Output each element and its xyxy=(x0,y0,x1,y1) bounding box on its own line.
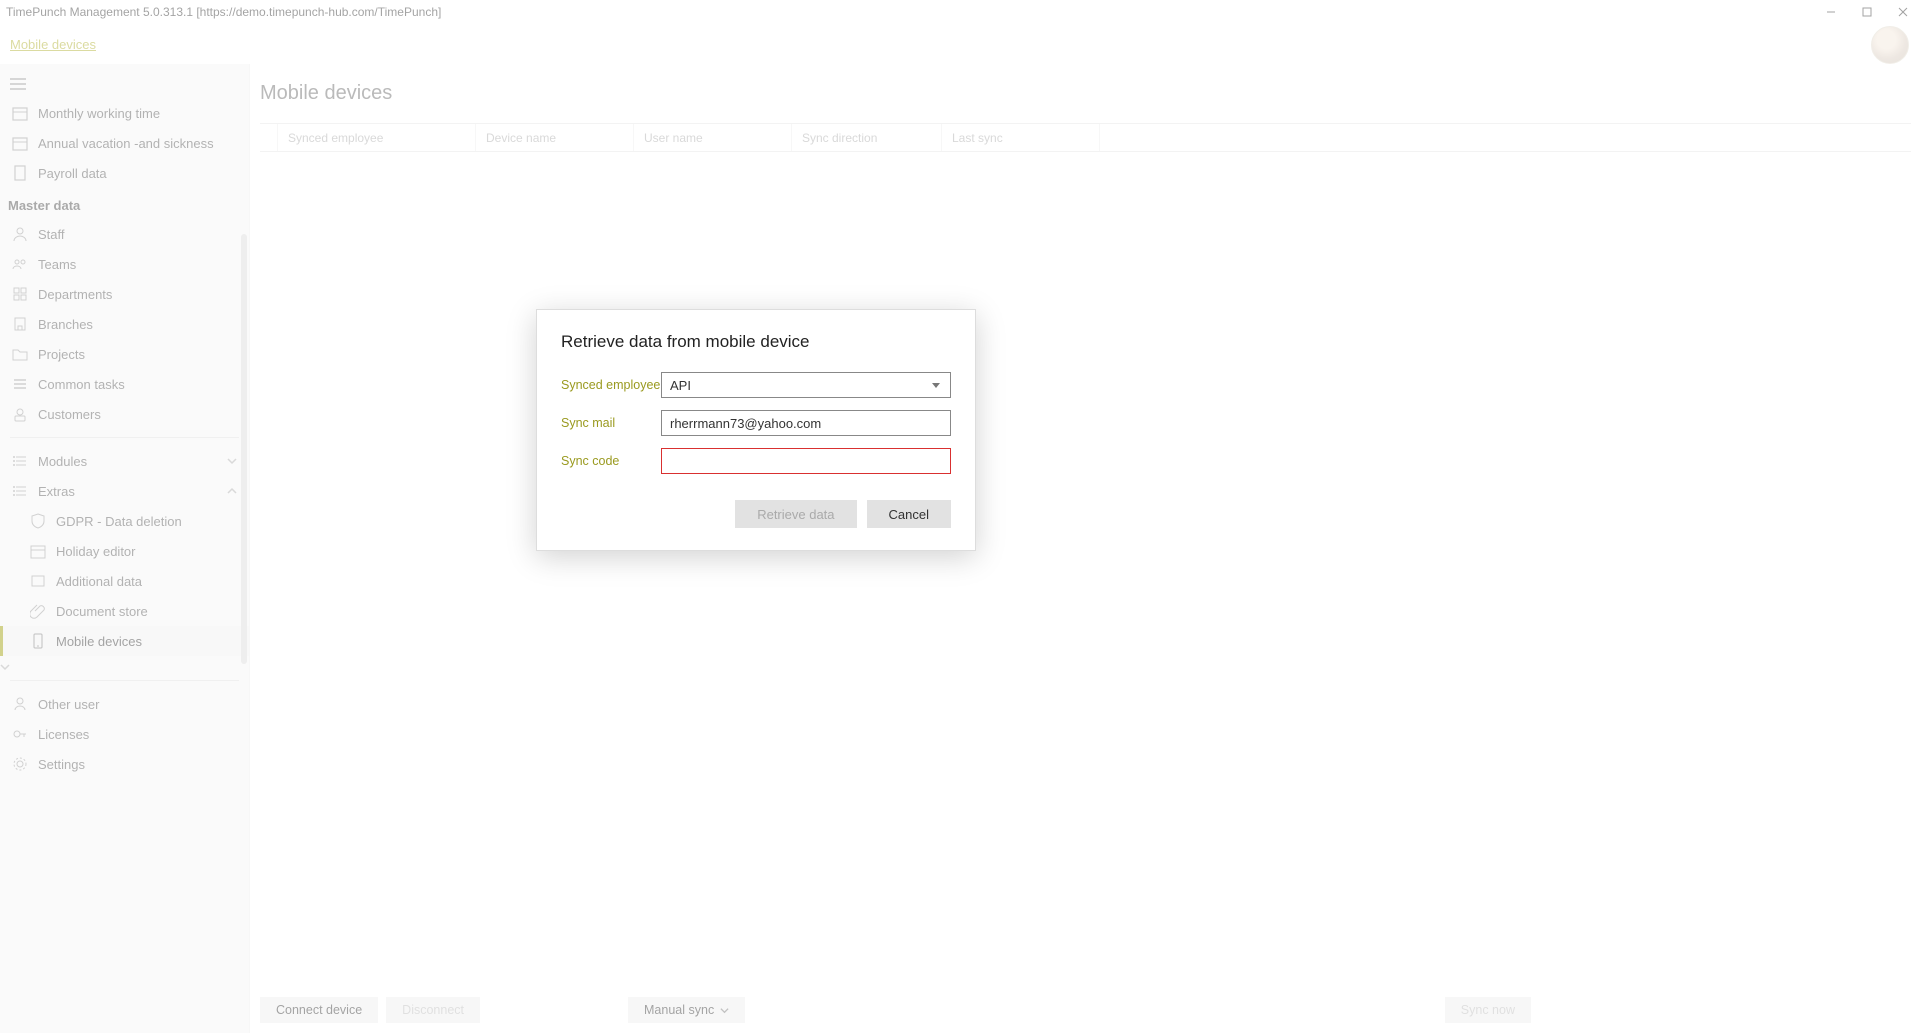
sync-code-label: Sync code xyxy=(561,454,661,468)
dialog-title: Retrieve data from mobile device xyxy=(561,332,951,352)
synced-employee-label: Synced employee xyxy=(561,378,661,392)
synced-employee-value: API xyxy=(670,378,691,393)
retrieve-data-dialog: Retrieve data from mobile device Synced … xyxy=(536,309,976,551)
sync-mail-label: Sync mail xyxy=(561,416,661,430)
sync-code-input[interactable] xyxy=(661,448,951,474)
retrieve-data-button[interactable]: Retrieve data xyxy=(735,500,856,528)
synced-employee-select[interactable]: API xyxy=(661,372,951,398)
sync-mail-input[interactable]: rherrmann73@yahoo.com xyxy=(661,410,951,436)
cancel-button[interactable]: Cancel xyxy=(867,500,951,528)
sync-mail-value: rherrmann73@yahoo.com xyxy=(670,416,821,431)
